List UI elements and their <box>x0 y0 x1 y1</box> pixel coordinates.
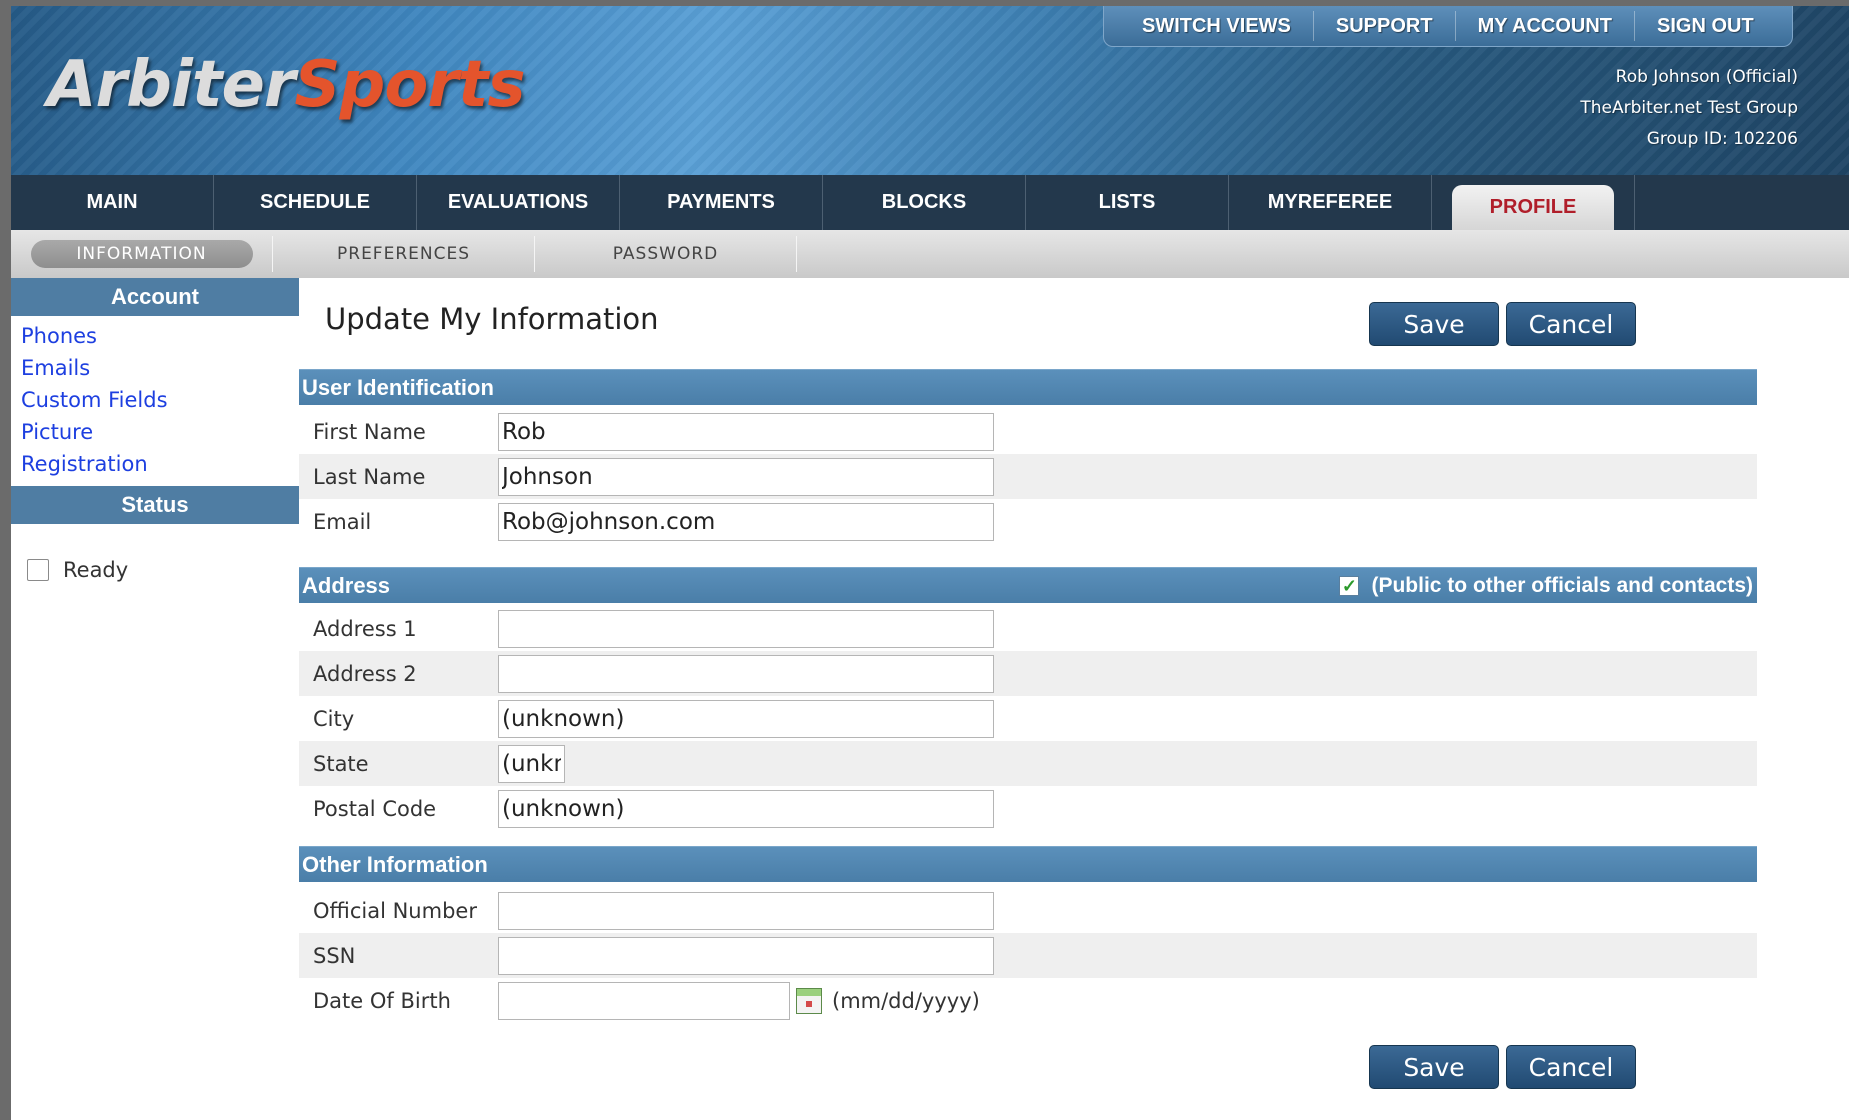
top-utility-nav: SWITCH VIEWS SUPPORT MY ACCOUNT SIGN OUT <box>1103 6 1793 47</box>
account-links: Phones Emails Custom Fields Picture Regi… <box>11 316 299 486</box>
first-name-label: First Name <box>313 419 426 444</box>
tab-evaluations[interactable]: EVALUATIONS <box>417 175 620 230</box>
public-address-label: (Public to other officials and contacts) <box>1371 574 1753 597</box>
tab-blocks[interactable]: BLOCKS <box>823 175 1026 230</box>
ready-label: Ready <box>63 558 129 582</box>
email-row: Email <box>299 499 1757 544</box>
status-header: Status <box>11 486 299 524</box>
email-label: Email <box>313 509 372 534</box>
address-header: Address ✓ (Public to other officials and… <box>299 567 1757 603</box>
cancel-button-top[interactable]: Cancel <box>1506 302 1636 346</box>
postal-code-input[interactable] <box>498 789 994 828</box>
city-input[interactable] <box>498 699 994 738</box>
sub-nav-tabs: INFORMATION PREFERENCES PASSWORD <box>11 230 1849 278</box>
ssn-row: SSN <box>299 933 1757 978</box>
other-information-header: Other Information <box>299 846 1757 882</box>
tab-myreferee[interactable]: MYREFEREE <box>1229 175 1432 230</box>
sidebar-link-registration[interactable]: Registration <box>11 448 299 480</box>
address2-input[interactable] <box>498 654 994 693</box>
save-button-top[interactable]: Save <box>1369 302 1499 346</box>
address1-input[interactable] <box>498 609 994 648</box>
save-button-bottom[interactable]: Save <box>1369 1045 1499 1089</box>
sidebar: Account Phones Emails Custom Fields Pict… <box>11 278 299 582</box>
user-identification-header: User Identification <box>299 369 1757 405</box>
date-of-birth-row: Date Of Birth (mm/dd/yyyy) <box>299 978 1757 1023</box>
city-row: City <box>299 696 1757 741</box>
cancel-button-bottom[interactable]: Cancel <box>1506 1045 1636 1089</box>
arbitersports-logo[interactable]: ArbiterSports <box>47 48 526 122</box>
main-nav-tabs: MAIN SCHEDULE EVALUATIONS PAYMENTS BLOCK… <box>11 175 1849 230</box>
address2-row: Address 2 <box>299 651 1757 696</box>
user-group-id: Group ID: 102206 <box>1646 129 1798 149</box>
header-banner: ArbiterSports SWITCH VIEWS SUPPORT MY AC… <box>11 6 1849 175</box>
user-name-role: Rob Johnson (Official) <box>1615 67 1798 87</box>
public-address-option: ✓ (Public to other officials and contact… <box>1339 568 1753 604</box>
state-row: State <box>299 741 1757 786</box>
official-number-row: Official Number <box>299 888 1757 933</box>
postal-code-row: Postal Code <box>299 786 1757 831</box>
subtab-preferences[interactable]: PREFERENCES <box>273 236 535 272</box>
date-of-birth-label: Date Of Birth <box>313 988 451 1013</box>
switch-views-link[interactable]: SWITCH VIEWS <box>1120 15 1313 38</box>
tab-main[interactable]: MAIN <box>11 175 214 230</box>
date-of-birth-input[interactable] <box>498 981 790 1020</box>
calendar-icon[interactable] <box>796 987 822 1014</box>
first-name-input[interactable] <box>498 412 994 451</box>
address1-label: Address 1 <box>313 616 417 641</box>
tab-schedule[interactable]: SCHEDULE <box>214 175 417 230</box>
sidebar-link-picture[interactable]: Picture <box>11 416 299 448</box>
last-name-row: Last Name <box>299 454 1757 499</box>
last-name-label: Last Name <box>313 464 426 489</box>
date-format-hint: (mm/dd/yyyy) <box>832 988 980 1013</box>
last-name-input[interactable] <box>498 457 994 496</box>
state-input[interactable] <box>498 744 565 783</box>
user-info: Rob Johnson (Official) TheArbiter.net Te… <box>1580 62 1798 155</box>
sidebar-link-phones[interactable]: Phones <box>11 320 299 352</box>
official-number-input[interactable] <box>498 891 994 930</box>
email-input[interactable] <box>498 502 994 541</box>
public-address-checkbox[interactable]: ✓ <box>1339 576 1360 596</box>
sidebar-link-custom-fields[interactable]: Custom Fields <box>11 384 299 416</box>
tab-profile[interactable]: PROFILE <box>1432 175 1635 230</box>
ssn-input[interactable] <box>498 936 994 975</box>
official-number-label: Official Number <box>313 898 477 923</box>
tab-profile-label: PROFILE <box>1452 185 1614 230</box>
tab-lists[interactable]: LISTS <box>1026 175 1229 230</box>
sidebar-link-emails[interactable]: Emails <box>11 352 299 384</box>
city-label: City <box>313 706 355 731</box>
user-group-name: TheArbiter.net Test Group <box>1580 98 1798 118</box>
address1-row: Address 1 <box>299 606 1757 651</box>
tab-payments[interactable]: PAYMENTS <box>620 175 823 230</box>
subtab-password[interactable]: PASSWORD <box>535 236 797 272</box>
address2-label: Address 2 <box>313 661 417 686</box>
sign-out-link[interactable]: SIGN OUT <box>1635 15 1776 38</box>
app-window: ArbiterSports SWITCH VIEWS SUPPORT MY AC… <box>11 6 1849 1120</box>
page-title: Update My Information <box>325 302 659 336</box>
first-name-row: First Name <box>299 409 1757 454</box>
postal-code-label: Postal Code <box>313 796 437 821</box>
subtab-information[interactable]: INFORMATION <box>11 236 273 272</box>
account-header: Account <box>11 278 299 316</box>
ready-status-row: Ready <box>11 524 299 582</box>
ssn-label: SSN <box>313 943 356 968</box>
support-link[interactable]: SUPPORT <box>1314 15 1455 38</box>
my-account-link[interactable]: MY ACCOUNT <box>1456 15 1634 38</box>
address-header-label: Address <box>302 573 391 598</box>
state-label: State <box>313 751 369 776</box>
ready-checkbox[interactable] <box>27 559 49 581</box>
subtab-information-label: INFORMATION <box>30 240 253 268</box>
